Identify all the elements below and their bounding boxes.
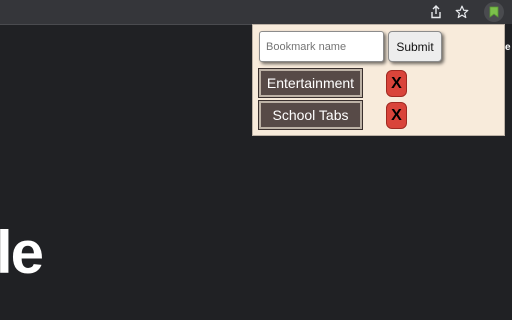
bookmark-entertainment-button[interactable]: Entertainment	[258, 68, 363, 98]
star-icon[interactable]	[453, 3, 471, 21]
bookmark-extension-icon[interactable]	[484, 2, 504, 22]
toolbar-divider	[0, 24, 252, 25]
bookmark-row: Entertainment X	[258, 68, 499, 99]
browser-toolbar	[0, 0, 512, 24]
share-icon[interactable]	[427, 3, 445, 21]
bookmark-row: School Tabs X	[258, 100, 499, 131]
delete-bookmark-button[interactable]: X	[386, 70, 407, 97]
submit-button[interactable]: Submit	[388, 31, 442, 62]
bookmark-popup: Submit Entertainment X School Tabs X	[252, 24, 505, 136]
delete-bookmark-button[interactable]: X	[386, 102, 407, 129]
bookmark-school-tabs-button[interactable]: School Tabs	[258, 100, 363, 130]
bookmark-name-input[interactable]	[259, 31, 384, 62]
page-logo-fragment: le	[0, 219, 44, 286]
page-edge-text: e	[505, 42, 511, 53]
